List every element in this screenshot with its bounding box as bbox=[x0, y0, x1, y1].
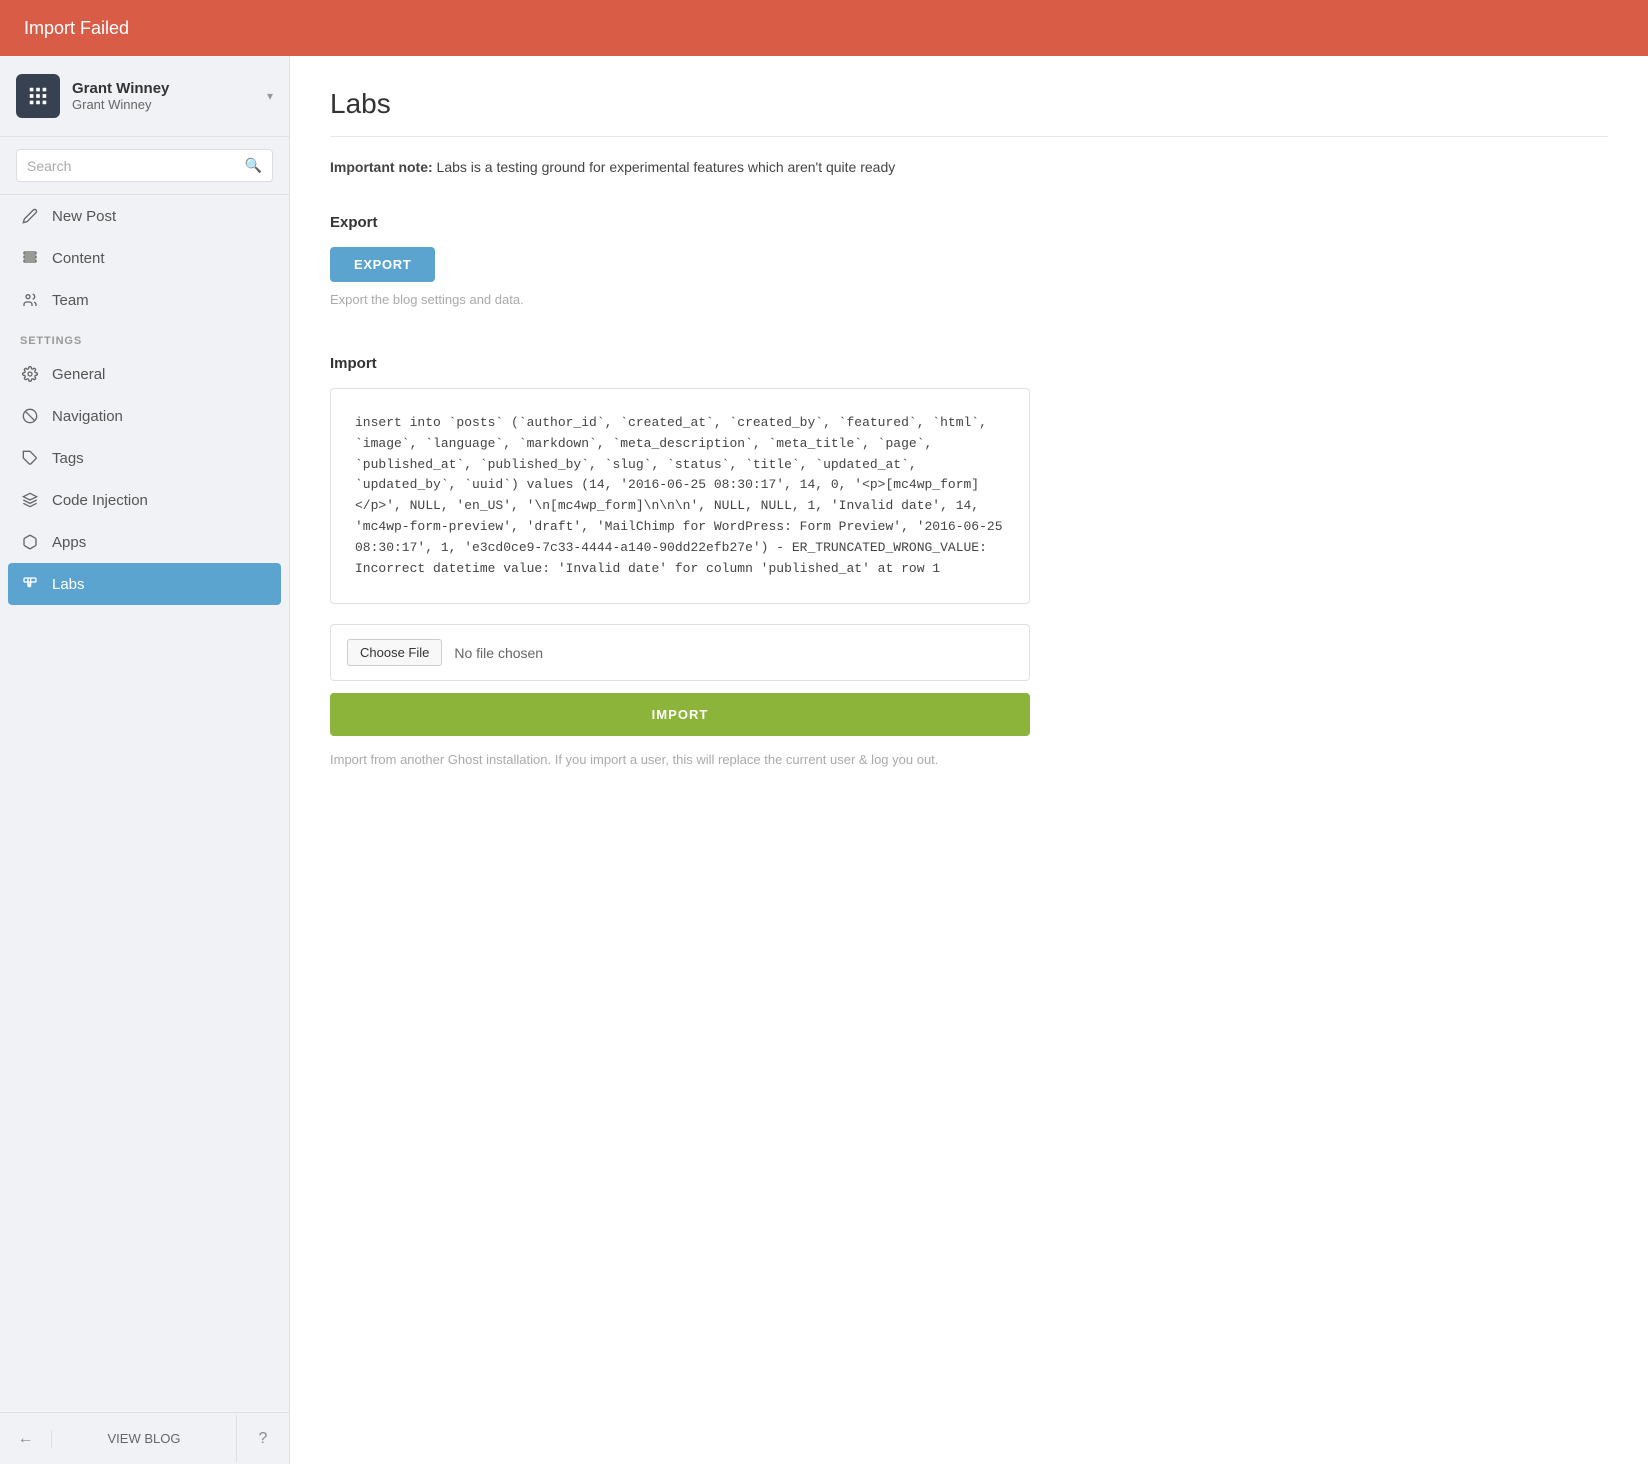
apps-icon bbox=[20, 532, 40, 552]
user-info: Grant Winney Grant Winney bbox=[72, 80, 259, 112]
choose-file-button[interactable]: Choose File bbox=[347, 639, 442, 666]
pencil-svg bbox=[22, 208, 38, 224]
team-icon bbox=[20, 290, 40, 310]
banner-text: Import Failed bbox=[24, 18, 129, 39]
help-icon[interactable]: ? bbox=[237, 1430, 289, 1448]
pencil-icon bbox=[20, 206, 40, 226]
nav-content[interactable]: Content bbox=[0, 237, 289, 279]
export-section-title: Export bbox=[330, 214, 1608, 231]
important-note-label: Important note: bbox=[330, 159, 433, 175]
labs-icon bbox=[20, 574, 40, 594]
labs-label: Labs bbox=[52, 576, 85, 593]
tag-icon bbox=[20, 448, 40, 468]
nav-navigation[interactable]: Navigation bbox=[0, 395, 289, 437]
export-description: Export the blog settings and data. bbox=[330, 292, 1608, 307]
settings-section-label: SETTINGS bbox=[0, 321, 289, 353]
content-icon bbox=[20, 248, 40, 268]
gear-svg bbox=[22, 366, 38, 382]
new-post-label: New Post bbox=[52, 208, 116, 225]
navigation-label: Navigation bbox=[52, 408, 123, 425]
labs-svg bbox=[22, 576, 38, 592]
user-subtitle: Grant Winney bbox=[72, 97, 259, 112]
navigation-svg bbox=[22, 408, 38, 424]
nav-new-post[interactable]: New Post bbox=[0, 195, 289, 237]
nav-team[interactable]: Team bbox=[0, 279, 289, 321]
top-banner: Import Failed bbox=[0, 0, 1648, 56]
team-svg bbox=[22, 292, 38, 308]
avatar bbox=[16, 74, 60, 118]
nav-labs[interactable]: Labs bbox=[8, 563, 281, 605]
gear-icon bbox=[20, 364, 40, 384]
sidebar-bottom: ← VIEW BLOG ? bbox=[0, 1412, 289, 1464]
no-file-label: No file chosen bbox=[454, 645, 543, 661]
export-button[interactable]: EXPORT bbox=[330, 247, 435, 282]
import-description: Import from another Ghost installation. … bbox=[330, 750, 1030, 770]
content-svg bbox=[22, 250, 38, 266]
search-input[interactable] bbox=[27, 158, 241, 174]
file-input-row: Choose File No file chosen bbox=[330, 624, 1030, 681]
nav-apps[interactable]: Apps bbox=[0, 521, 289, 563]
tags-label: Tags bbox=[52, 450, 84, 467]
content-label: Content bbox=[52, 250, 105, 267]
general-label: General bbox=[52, 366, 105, 383]
export-section: Export EXPORT Export the blog settings a… bbox=[330, 214, 1608, 307]
main-content: Labs Important note: Labs is a testing g… bbox=[290, 56, 1648, 1464]
view-blog-button[interactable]: VIEW BLOG bbox=[52, 1415, 237, 1462]
search-wrapper: 🔍 bbox=[16, 149, 273, 182]
important-note: Important note: Labs is a testing ground… bbox=[330, 157, 1608, 178]
apps-svg bbox=[22, 534, 38, 550]
import-section: Import insert into `posts` (`author_id`,… bbox=[330, 355, 1608, 770]
code-injection-icon bbox=[20, 490, 40, 510]
sidebar: Grant Winney Grant Winney ▾ 🔍 New Post bbox=[0, 56, 290, 1464]
error-message-box: insert into `posts` (`author_id`, `creat… bbox=[330, 388, 1030, 604]
user-profile[interactable]: Grant Winney Grant Winney ▾ bbox=[0, 56, 289, 137]
navigation-icon bbox=[20, 406, 40, 426]
search-container: 🔍 bbox=[0, 137, 289, 195]
apps-label: Apps bbox=[52, 534, 86, 551]
nav-general[interactable]: General bbox=[0, 353, 289, 395]
code-injection-svg bbox=[22, 492, 38, 508]
nav-code-injection[interactable]: Code Injection bbox=[0, 479, 289, 521]
code-injection-label: Code Injection bbox=[52, 492, 148, 509]
team-label: Team bbox=[52, 292, 89, 309]
search-icon: 🔍 bbox=[245, 157, 262, 174]
chevron-down-icon: ▾ bbox=[267, 89, 273, 103]
import-section-title: Import bbox=[330, 355, 1608, 372]
layout: Grant Winney Grant Winney ▾ 🔍 New Post bbox=[0, 56, 1648, 1464]
user-name: Grant Winney bbox=[72, 80, 259, 97]
important-note-text: Labs is a testing ground for experimenta… bbox=[433, 159, 896, 175]
back-arrow-icon[interactable]: ← bbox=[0, 1430, 52, 1448]
page-title: Labs bbox=[330, 88, 1608, 137]
grid-icon bbox=[27, 85, 49, 107]
import-button[interactable]: IMPORT bbox=[330, 693, 1030, 736]
nav-tags[interactable]: Tags bbox=[0, 437, 289, 479]
tag-svg bbox=[22, 450, 38, 466]
